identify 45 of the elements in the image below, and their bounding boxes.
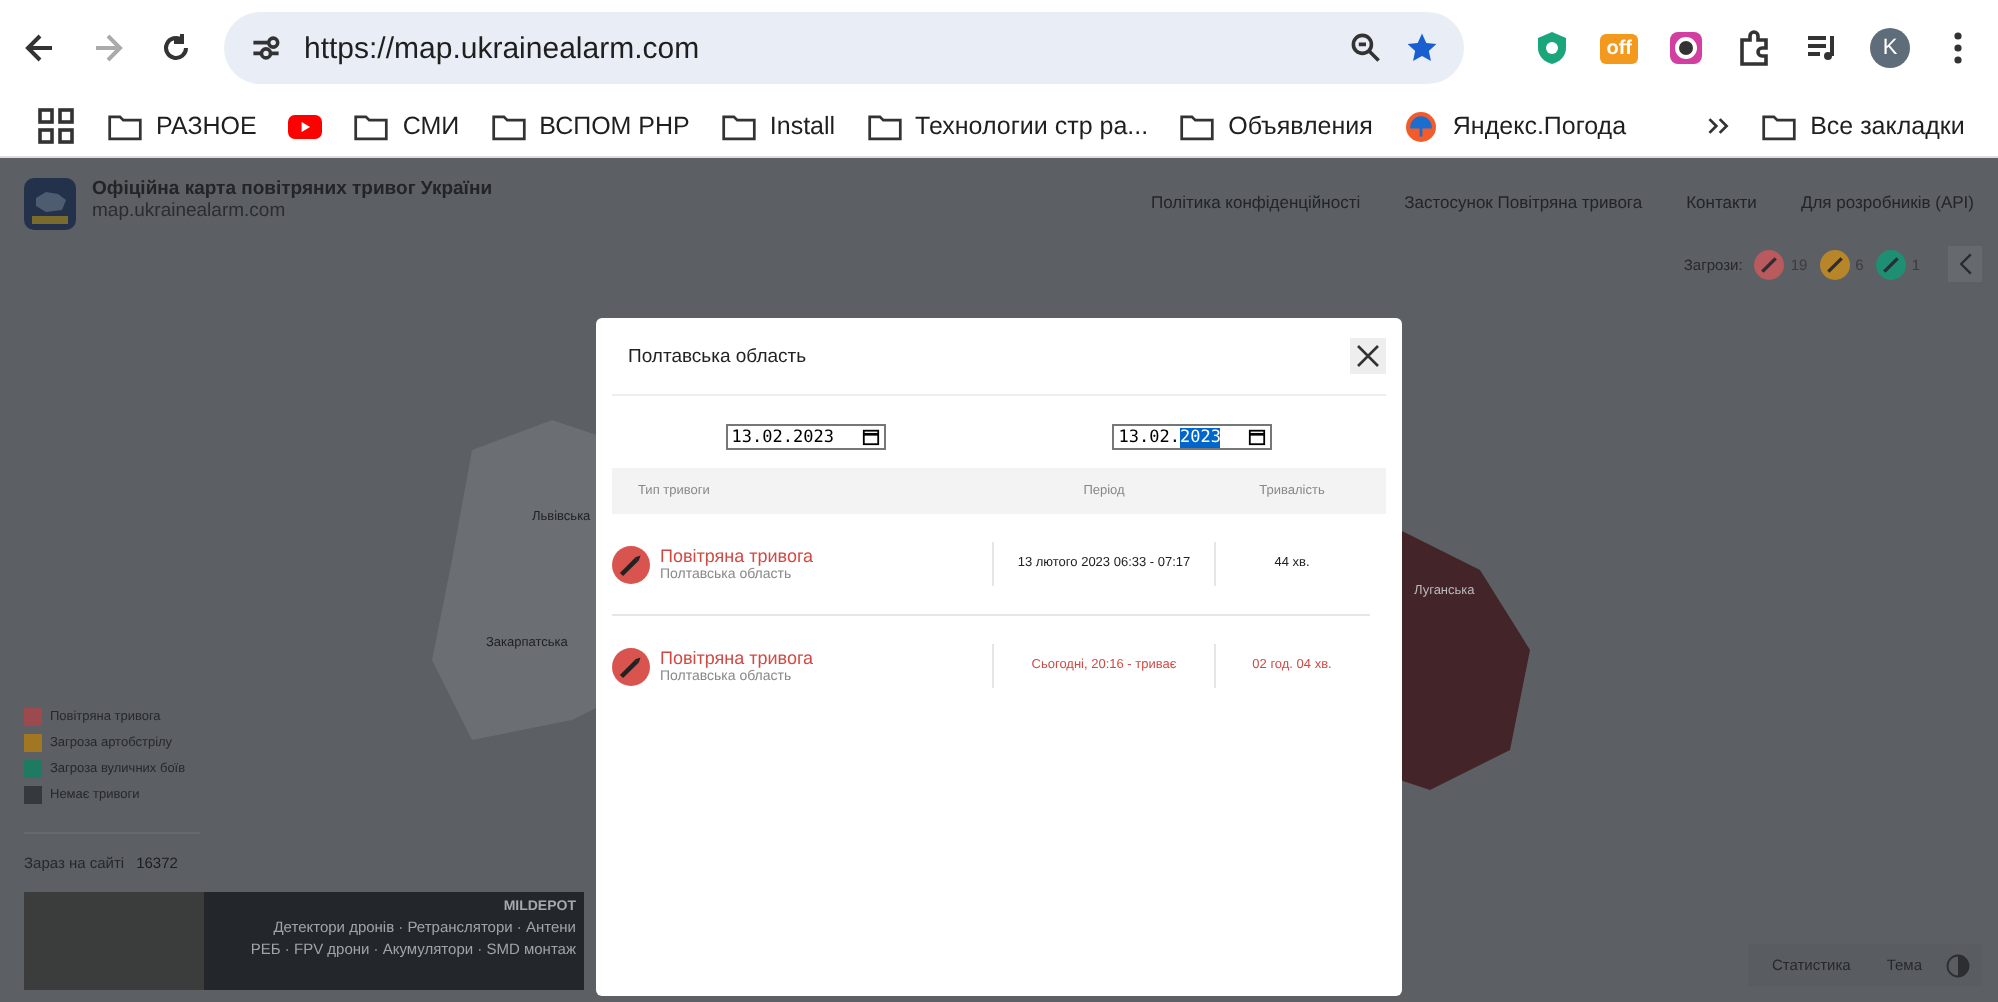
collapse-button[interactable]: [1948, 246, 1982, 282]
zoom-icon[interactable]: [1348, 30, 1385, 66]
modal-title: Полтавська область: [628, 345, 807, 367]
site-logo-icon[interactable]: [24, 178, 76, 230]
rocket-icon: [612, 647, 650, 685]
chevron-double-icon[interactable]: [1706, 114, 1731, 138]
umbrella-icon: [1404, 111, 1439, 141]
date-field[interactable]: 13.02.2023: [725, 424, 886, 450]
folder-icon: [108, 111, 142, 141]
bookmark-item[interactable]: Яндекс.Погода: [1404, 111, 1627, 141]
calendar-icon[interactable]: [861, 428, 880, 446]
threat-rocket-icon[interactable]: [1754, 249, 1785, 279]
date-field[interactable]: 13.02.2023: [1112, 424, 1273, 450]
camera-extension-icon[interactable]: [1666, 28, 1706, 68]
star-icon[interactable]: [1404, 30, 1441, 66]
folder-icon: [491, 111, 526, 141]
calendar-icon[interactable]: [1248, 428, 1267, 446]
folder-icon: [1762, 111, 1797, 141]
bookmark-item[interactable]: Install: [721, 111, 836, 141]
close-button[interactable]: [1350, 338, 1386, 374]
site-title: Офіційна карта повітряних тривог України: [92, 178, 493, 200]
folder-icon: [354, 111, 389, 141]
all-bookmarks-item[interactable]: Все закладки: [1762, 111, 1965, 141]
bookmark-item[interactable]: [288, 111, 323, 141]
address-bar[interactable]: https://map.ukrainealarm.com: [224, 12, 1465, 84]
threat-rocket-icon[interactable]: [1819, 249, 1850, 279]
bookmark-item[interactable]: СМИ: [354, 111, 460, 141]
apps-grid-icon[interactable]: [36, 106, 76, 146]
folder-icon: [867, 111, 902, 141]
folder-icon: [1180, 111, 1215, 141]
threat-rocket-icon[interactable]: [1875, 249, 1906, 279]
folder-icon: [721, 111, 756, 141]
rocket-icon: [612, 545, 650, 583]
alert-type: Повітряна тривога: [660, 546, 814, 566]
extensions-icon[interactable]: [1734, 28, 1774, 68]
alert-type: Повітряна тривога: [660, 648, 814, 668]
bookmark-item[interactable]: Технологии стр ра...: [867, 111, 1149, 141]
profile-avatar[interactable]: K: [1870, 28, 1910, 68]
bookmark-item[interactable]: Объявления: [1180, 111, 1373, 141]
bookmark-item[interactable]: ВСПОМ РНР: [491, 111, 690, 141]
bookmark-item[interactable]: РАЗНОЕ: [108, 111, 257, 141]
play-icon: [288, 111, 323, 141]
chevron-left-icon: [1957, 252, 1973, 276]
url-text: https://map.ukrainealarm.com: [304, 31, 702, 65]
site-settings-icon[interactable]: [248, 30, 284, 66]
